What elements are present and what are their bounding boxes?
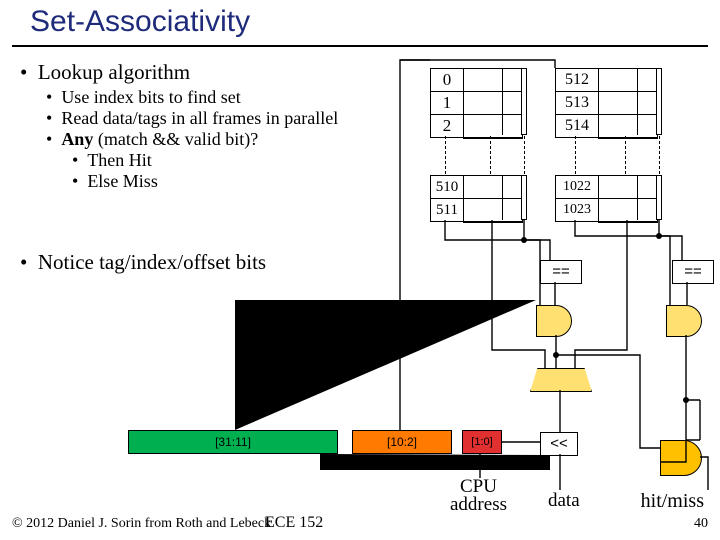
or-gate: [660, 440, 702, 476]
bullet-notice: • Notice tag/index/offset bits: [20, 250, 266, 275]
split: [464, 113, 522, 135]
address-text: address: [450, 494, 507, 515]
bullet-sub2: • Read data/tags in all frames in parall…: [46, 108, 420, 129]
index-segment: [10:2]: [352, 430, 452, 454]
split: [464, 69, 522, 91]
course-code: ECE 152: [265, 514, 323, 532]
split: [599, 69, 657, 91]
bullet-notice-text: Notice tag/index/offset bits: [38, 250, 266, 274]
hitmiss-label: hit/miss: [641, 490, 704, 513]
and-gate-1: [666, 305, 702, 337]
mux: [530, 368, 592, 392]
valid-col-1-top: [656, 68, 662, 135]
split: [464, 176, 522, 198]
bullet-sub3-tail: (match && valid bit)?: [93, 129, 258, 149]
title-rule: [12, 45, 708, 47]
split: [599, 113, 657, 135]
slide-title: Set-Associativity: [30, 5, 250, 39]
dashed-gap: [524, 136, 525, 174]
way0-index-top: 0 1 2: [430, 68, 464, 138]
table-row: 513: [556, 92, 598, 115]
split: [599, 91, 657, 113]
comparator-0: ==: [540, 260, 582, 284]
split: [599, 198, 657, 220]
split: [464, 198, 522, 220]
bullet-main: • Lookup algorithm: [20, 60, 420, 85]
table-row: 511: [431, 199, 463, 221]
split: [599, 176, 657, 198]
table-row: 1: [431, 92, 463, 115]
dashed-gap: [490, 136, 491, 174]
way0-data-bot: [463, 175, 523, 223]
table-row: 2: [431, 115, 463, 137]
bullet-sub5-text: Else Miss: [87, 171, 158, 191]
bullet-main-text: Lookup algorithm: [38, 60, 190, 84]
bullet-sub1: • Use index bits to find set: [46, 87, 420, 108]
table-row: 0: [431, 69, 463, 92]
cpu-address-label: CPU address: [450, 478, 507, 514]
data-label: data: [548, 490, 580, 512]
slide-number: 40: [694, 516, 708, 532]
way1-data-bot: [598, 175, 658, 223]
way0-index-bot: 510 511: [430, 175, 464, 222]
table-row: 1022: [556, 176, 598, 199]
table-row: 510: [431, 176, 463, 199]
way0-data-top: [463, 68, 523, 139]
bullet-any: Any: [61, 129, 93, 149]
bullet-sub2-text: Read data/tags in all frames in parallel: [61, 108, 338, 128]
split: [464, 91, 522, 113]
dashed-gap: [659, 136, 660, 174]
bullet-sub4: • Then Hit: [72, 150, 420, 171]
valid-col-0-top: [521, 68, 527, 135]
bullet-sub3: • Any (match && valid bit)?: [46, 129, 420, 150]
body-text: • Lookup algorithm • Use index bits to f…: [20, 60, 420, 192]
table-row: 514: [556, 115, 598, 137]
and-gate-0: [536, 305, 572, 337]
offset-segment: [1:0]: [462, 430, 502, 454]
comparator-1: ==: [672, 260, 714, 284]
valid-col-0-bot: [521, 175, 527, 220]
way1-index-bot: 1022 1023: [555, 175, 599, 222]
shift-box: <<: [540, 432, 578, 456]
copyright: © 2012 Daniel J. Sorin from Roth and Leb…: [12, 516, 271, 532]
dashed-gap: [445, 136, 446, 174]
way1-data-top: [598, 68, 658, 139]
way1-index-top: 512 513 514: [555, 68, 599, 138]
bullet-sub1-text: Use index bits to find set: [61, 87, 240, 107]
valid-col-1-bot: [656, 175, 662, 220]
bullet-sub4-text: Then Hit: [87, 150, 152, 170]
table-row: 512: [556, 69, 598, 92]
dashed-gap: [575, 136, 576, 174]
table-row: 1023: [556, 199, 598, 221]
bullet-sub5: • Else Miss: [72, 171, 420, 192]
dashed-gap: [625, 136, 626, 174]
tag-segment: [31:11]: [128, 430, 338, 454]
